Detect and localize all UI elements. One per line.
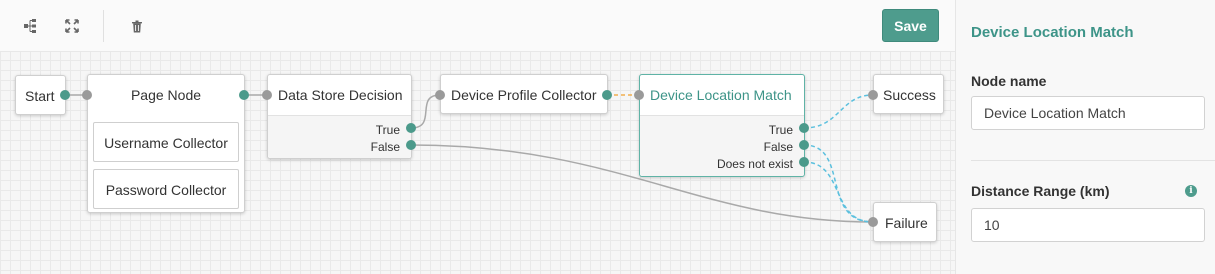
port-location-true[interactable] — [799, 123, 809, 133]
fit-screen-icon[interactable] — [62, 16, 82, 36]
tree-layout-icon[interactable] — [20, 16, 40, 36]
outcome-does-not-exist: Does not exist — [716, 157, 793, 171]
node-properties-panel: Device Location Match Node name Distance… — [955, 0, 1215, 274]
distance-range-label: Distance Range (km) — [971, 183, 1110, 199]
panel-title: Device Location Match — [971, 24, 1134, 41]
port-datastore-in[interactable] — [262, 90, 272, 100]
trash-icon[interactable] — [127, 16, 147, 36]
node-name-input[interactable] — [971, 96, 1205, 130]
port-failure-in[interactable] — [868, 217, 878, 227]
port-profile-out[interactable] — [602, 90, 612, 100]
distance-range-input[interactable] — [971, 208, 1205, 242]
outcome-true: True — [375, 123, 400, 137]
port-page-out[interactable] — [239, 90, 249, 100]
port-profile-in[interactable] — [435, 90, 445, 100]
wire-location-notexist-failure — [803, 161, 874, 223]
port-datastore-false[interactable] — [406, 140, 416, 150]
node-name-label: Node name — [971, 73, 1047, 89]
node-success-label: Success — [883, 87, 936, 103]
info-icon[interactable]: i — [1185, 185, 1197, 197]
node-page[interactable]: Page Node Username Collector Password Co… — [87, 74, 245, 213]
node-success[interactable]: Success — [873, 74, 944, 114]
node-device-location-match-label: Device Location Match — [650, 87, 792, 103]
outcome-false: False — [370, 140, 400, 154]
child-node-password-collector[interactable]: Password Collector — [93, 169, 239, 209]
panel-divider — [971, 160, 1215, 161]
toolbar: Save — [0, 0, 955, 52]
outcome-false: False — [763, 140, 793, 154]
port-page-in[interactable] — [82, 90, 92, 100]
port-location-false[interactable] — [799, 140, 809, 150]
node-device-profile-collector-label: Device Profile Collector — [451, 87, 597, 103]
save-button[interactable]: Save — [882, 9, 939, 42]
toolbar-divider — [103, 10, 104, 42]
node-device-location-match[interactable]: Device Location Match True False Does no… — [639, 74, 805, 177]
port-location-does-not-exist[interactable] — [799, 157, 809, 167]
outcome-true: True — [768, 123, 793, 137]
node-failure[interactable]: Failure — [873, 202, 937, 242]
node-start[interactable]: Start — [15, 75, 66, 115]
port-location-in[interactable] — [634, 90, 644, 100]
node-start-label: Start — [25, 88, 55, 104]
node-device-profile-collector[interactable]: Device Profile Collector — [440, 74, 608, 114]
node-data-store-decision-label: Data Store Decision — [278, 87, 403, 103]
wire-true-profile — [410, 94, 441, 129]
outcomes-panel: True False — [268, 115, 411, 158]
node-failure-label: Failure — [885, 215, 928, 231]
port-datastore-true[interactable] — [406, 123, 416, 133]
outcomes-panel: True False Does not exist — [640, 115, 804, 176]
node-page-label: Page Node — [130, 87, 202, 103]
wire-location-true-success — [803, 94, 874, 129]
tree-canvas[interactable]: Save Start Page Node Username Collector … — [0, 0, 955, 274]
node-data-store-decision[interactable]: Data Store Decision True False — [267, 74, 412, 159]
port-success-in[interactable] — [868, 90, 878, 100]
child-node-username-collector[interactable]: Username Collector — [93, 122, 239, 162]
wire-location-false-failure — [803, 144, 874, 223]
port-start-out[interactable] — [60, 90, 70, 100]
